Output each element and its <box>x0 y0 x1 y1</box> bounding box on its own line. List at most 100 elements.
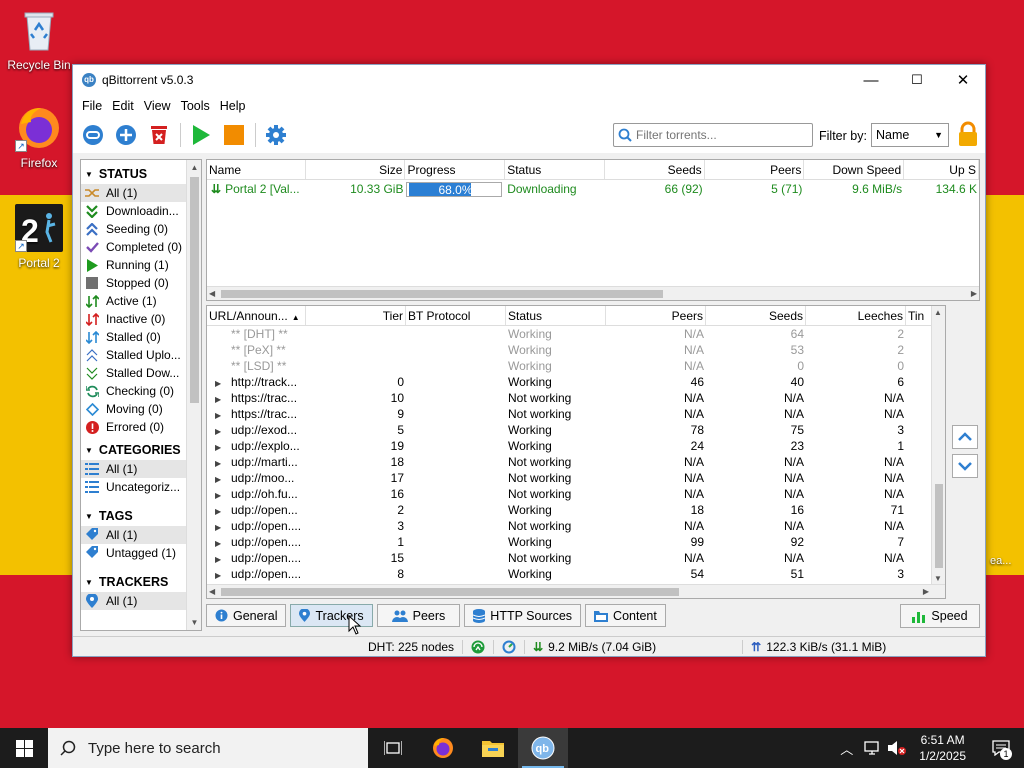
resume-button[interactable] <box>188 122 214 148</box>
taskbar-search-box[interactable]: Type here to search <box>48 728 368 768</box>
volume-muted-icon[interactable] <box>887 740 907 756</box>
network-icon[interactable] <box>863 740 881 756</box>
scroll-down-arrow-icon[interactable]: ▼ <box>934 574 942 583</box>
expand-arrow-icon[interactable]: ▶ <box>209 392 231 406</box>
column-header-progress[interactable]: Progress <box>405 160 506 179</box>
lock-ui-button[interactable] <box>957 121 979 150</box>
scroll-up-arrow-icon[interactable]: ▲ <box>187 160 201 175</box>
filter-torrents-search[interactable] <box>613 123 813 147</box>
status-filter-item[interactable]: Stopped (0) <box>81 274 187 292</box>
column-header-seeds[interactable]: Seeds <box>706 306 806 325</box>
desktop-icon-recycle-bin[interactable]: Recycle Bin <box>1 6 77 72</box>
tab-peers[interactable]: Peers <box>376 604 461 627</box>
download-speed-status[interactable]: 9.2 MiB/s (7.04 GiB) <box>548 640 656 654</box>
expand-arrow-icon[interactable]: ▶ <box>209 488 231 502</box>
minimize-button[interactable]: — <box>848 65 894 95</box>
category-uncategorized[interactable]: Uncategoriz... <box>81 478 187 496</box>
maximize-button[interactable]: ☐ <box>894 65 940 95</box>
column-header-status[interactable]: Status <box>506 306 606 325</box>
add-torrent-file-button[interactable] <box>113 122 139 148</box>
connection-status-icon[interactable] <box>471 640 485 654</box>
column-header-peers[interactable]: Peers <box>606 306 706 325</box>
tracker-row[interactable]: ▶ udp://exod... 5 Working 78 75 3 <box>207 422 945 438</box>
expand-arrow-icon[interactable]: ▶ <box>209 440 231 454</box>
scroll-right-arrow-icon[interactable]: ▶ <box>971 287 977 300</box>
expand-arrow-icon[interactable]: ▶ <box>209 552 231 566</box>
scrollbar-thumb[interactable] <box>221 290 663 298</box>
tags-section-header[interactable]: ▼ TAGS <box>81 506 187 526</box>
scrollbar-thumb[interactable] <box>935 484 943 568</box>
action-center-button[interactable]: 1 <box>978 728 1024 768</box>
status-filter-item[interactable]: Completed (0) <box>81 238 187 256</box>
chevron-up-icon[interactable]: ︿ <box>840 739 853 758</box>
task-view-button[interactable] <box>368 728 418 768</box>
menu-file[interactable]: File <box>77 99 107 113</box>
column-header-size[interactable]: Size <box>306 160 406 179</box>
scrollbar-thumb[interactable] <box>190 177 199 403</box>
speed-button[interactable]: Speed <box>900 604 980 628</box>
tracker-row[interactable]: ▶ udp://open.... 1 Working 99 92 7 <box>207 534 945 550</box>
expand-arrow-icon[interactable]: ▶ <box>209 408 231 422</box>
menu-tools[interactable]: Tools <box>176 99 215 113</box>
desktop-icon-portal-2[interactable]: 2 ↗ Portal 2 <box>1 204 77 270</box>
tracker-row[interactable]: ▶ udp://marti... 18 Not working N/A N/A N/A <box>207 454 945 470</box>
taskbar-clock[interactable]: 6:51 AM 1/2/2025 <box>919 732 966 764</box>
move-tracker-up-button[interactable] <box>952 425 978 449</box>
column-header-url[interactable]: URL/Announ... ▲ <box>207 306 306 325</box>
scroll-down-arrow-icon[interactable]: ▼ <box>187 615 201 630</box>
search-input[interactable] <box>636 128 806 142</box>
status-filter-item[interactable]: Errored (0) <box>81 418 187 436</box>
status-filter-item[interactable]: Moving (0) <box>81 400 187 418</box>
status-filter-item[interactable]: Stalled (0) <box>81 328 187 346</box>
column-header-up-speed[interactable]: Up S <box>904 160 979 179</box>
scroll-right-arrow-icon[interactable]: ▶ <box>923 585 929 598</box>
trackers-section-header[interactable]: ▼ TRACKERS <box>81 572 187 592</box>
taskbar-firefox[interactable] <box>418 728 468 768</box>
column-header-times[interactable]: Tin <box>906 306 933 325</box>
close-button[interactable]: ✕ <box>940 65 986 95</box>
tracker-row[interactable]: ** [DHT] ** Working N/A 64 2 <box>207 326 945 342</box>
desktop-icon-firefox[interactable]: ↗ Firefox <box>1 104 77 170</box>
title-bar[interactable]: qb qBittorrent v5.0.3 — ☐ ✕ <box>73 65 985 95</box>
options-button[interactable] <box>263 122 289 148</box>
column-header-peers[interactable]: Peers <box>705 160 805 179</box>
menu-view[interactable]: View <box>139 99 176 113</box>
tracker-row[interactable]: ▶ https://trac... 10 Not working N/A N/A N/A <box>207 390 945 406</box>
expand-arrow-icon[interactable]: ▶ <box>209 376 231 390</box>
tracker-row[interactable]: ** [PeX] ** Working N/A 53 2 <box>207 342 945 358</box>
categories-section-header[interactable]: ▼ CATEGORIES <box>81 440 187 460</box>
status-filter-item[interactable]: Active (1) <box>81 292 187 310</box>
scroll-up-arrow-icon[interactable]: ▲ <box>934 308 942 317</box>
trackers-vertical-scrollbar[interactable]: ▲ ▼ <box>931 306 945 585</box>
tracker-row[interactable]: ▶ udp://open... 2 Working 18 16 71 <box>207 502 945 518</box>
torrent-list-horizontal-scrollbar[interactable]: ◀ ▶ <box>207 286 979 300</box>
expand-arrow-icon[interactable]: ▶ <box>209 424 231 438</box>
column-header-seeds[interactable]: Seeds <box>605 160 705 179</box>
expand-arrow-icon[interactable]: ▶ <box>209 472 231 486</box>
expand-arrow-icon[interactable]: ▶ <box>209 504 231 518</box>
column-header-tier[interactable]: Tier <box>306 306 406 325</box>
status-filter-item[interactable]: All (1) <box>81 184 187 202</box>
column-header-leeches[interactable]: Leeches <box>806 306 906 325</box>
scroll-left-arrow-icon[interactable]: ◀ <box>209 287 215 300</box>
tracker-row[interactable]: ▶ udp://open.... 3 Not working N/A N/A N/A <box>207 518 945 534</box>
status-filter-item[interactable]: Inactive (0) <box>81 310 187 328</box>
trackers-horizontal-scrollbar[interactable]: ◀ ▶ <box>207 584 945 598</box>
category-all[interactable]: All (1) <box>81 460 187 478</box>
status-filter-item[interactable]: Stalled Uplo... <box>81 346 187 364</box>
column-header-status[interactable]: Status <box>505 160 605 179</box>
tag-untagged[interactable]: Untagged (1) <box>81 544 187 562</box>
expand-arrow-icon[interactable]: ▶ <box>209 520 231 534</box>
tab-general[interactable]: General <box>206 604 287 627</box>
tag-all[interactable]: All (1) <box>81 526 187 544</box>
status-filter-item[interactable]: Stalled Dow... <box>81 364 187 382</box>
menu-help[interactable]: Help <box>215 99 251 113</box>
delete-torrent-button[interactable] <box>146 122 172 148</box>
scrollbar-thumb[interactable] <box>221 588 679 596</box>
add-torrent-link-button[interactable] <box>80 122 106 148</box>
start-button[interactable] <box>0 728 48 768</box>
tracker-row[interactable]: ▶ udp://moo... 17 Not working N/A N/A N/A <box>207 470 945 486</box>
tracker-all[interactable]: All (1) <box>81 592 187 610</box>
tab-http-sources[interactable]: HTTP Sources <box>464 604 582 627</box>
column-header-name[interactable]: Name <box>207 160 306 179</box>
